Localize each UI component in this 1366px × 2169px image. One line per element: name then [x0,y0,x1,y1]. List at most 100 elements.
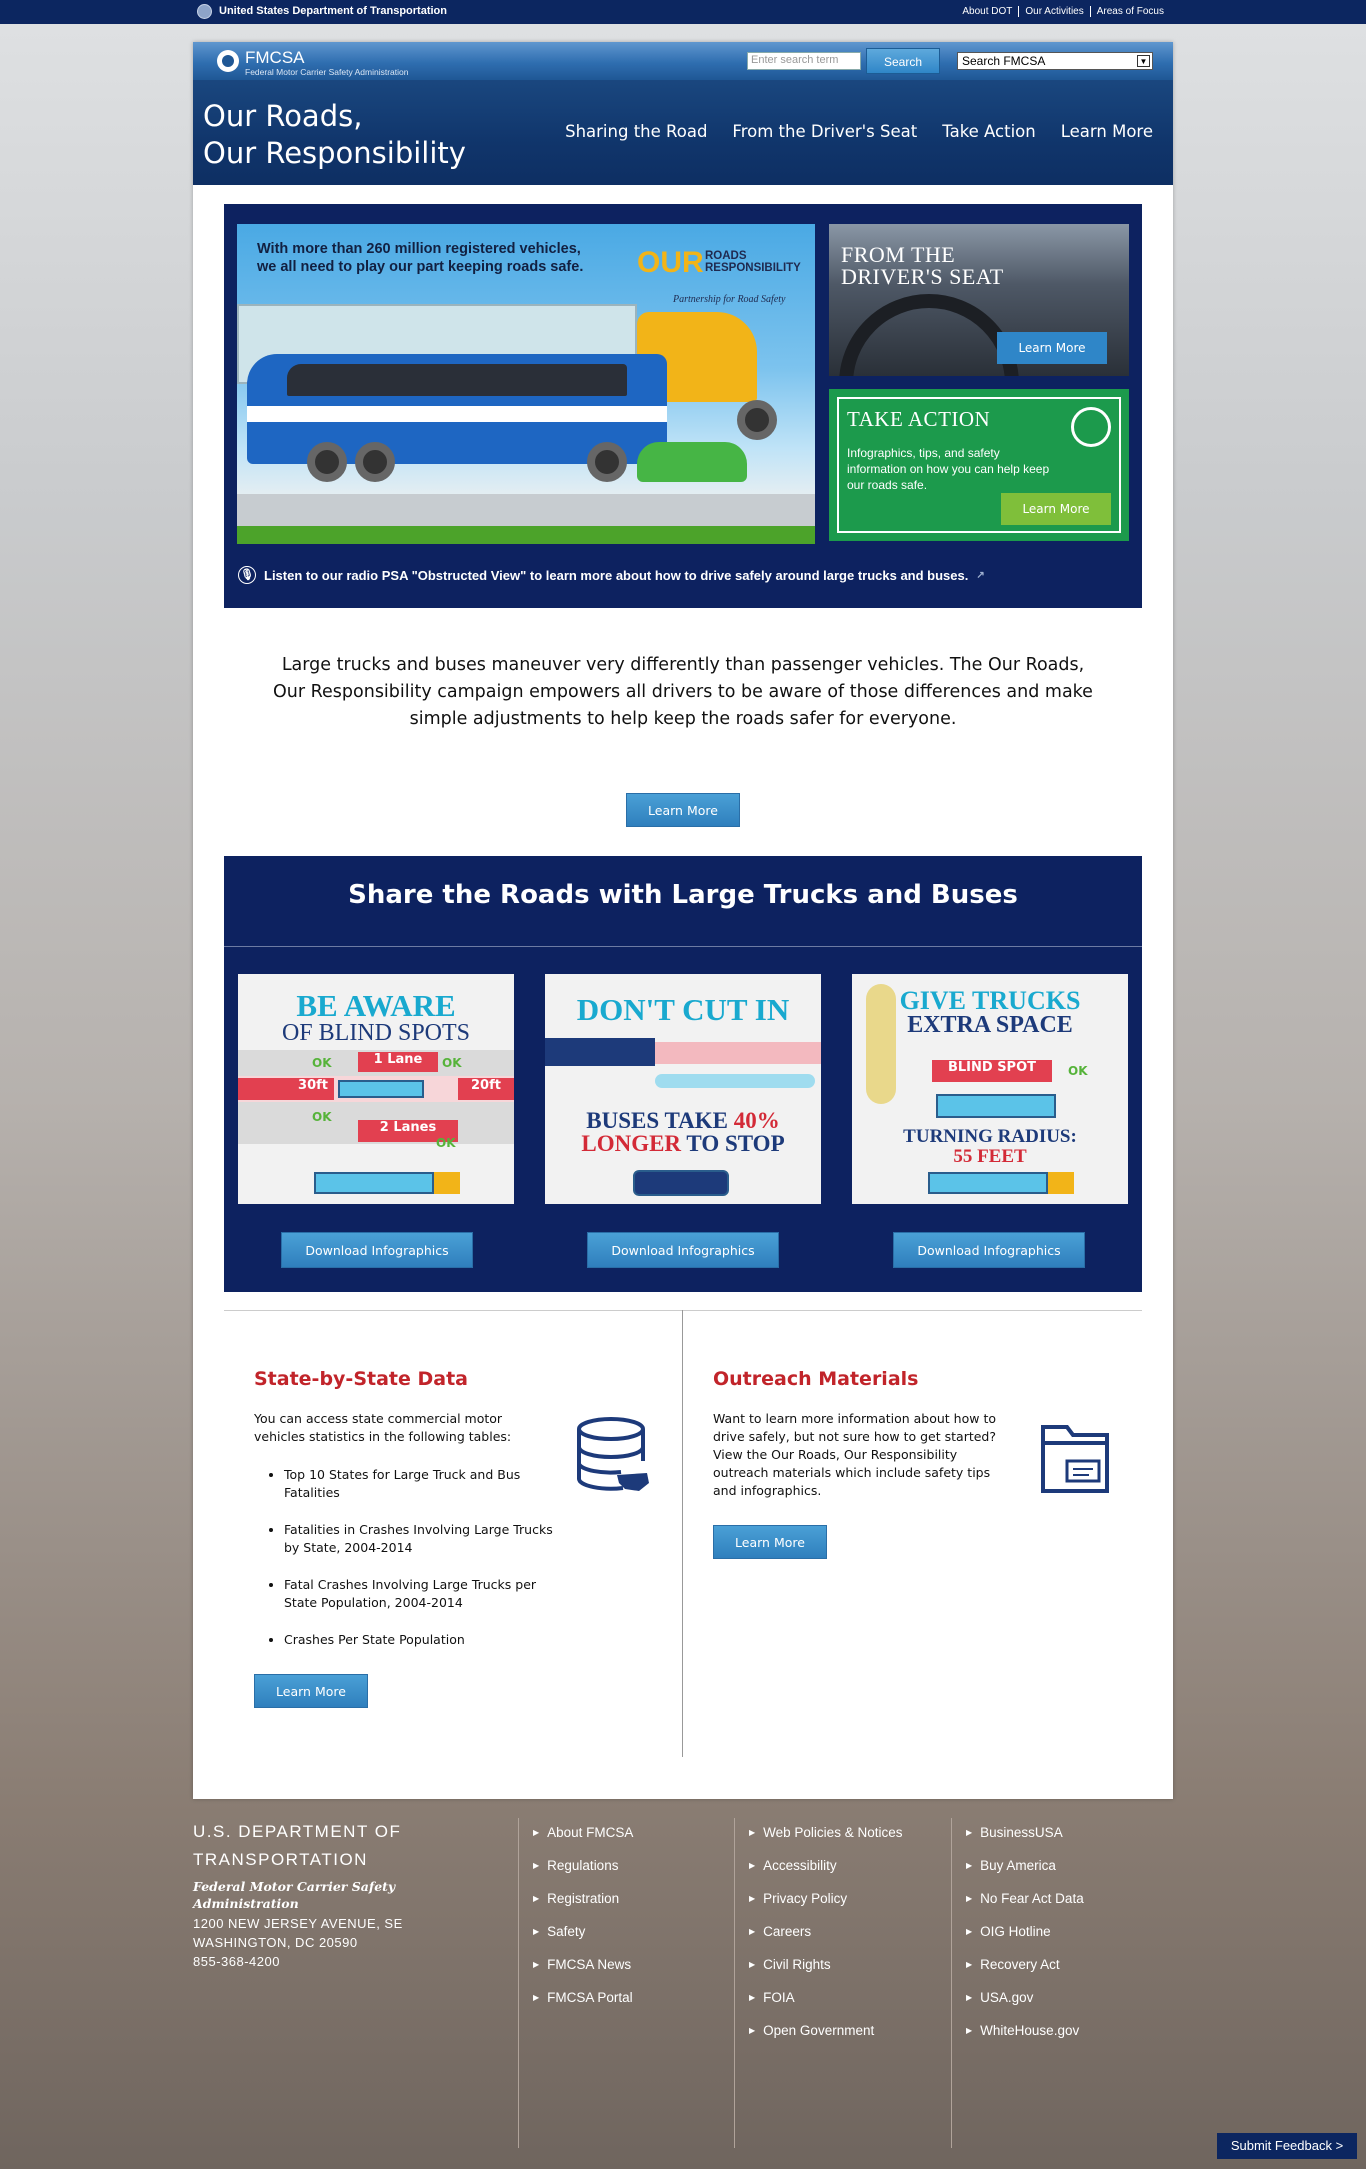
badge-roads: ROADS [705,250,747,262]
fmcsa-logo-icon[interactable] [217,50,239,72]
top-link-areas-of-focus[interactable]: Areas of Focus [1089,6,1170,17]
footer-link[interactable]: OIG Hotline [966,1917,1084,1950]
footer-link[interactable]: Safety [533,1917,633,1950]
truck-icon [338,1080,424,1098]
footer-address-line1: 1200 NEW JERSEY AVENUE, SE [193,1916,403,1931]
badge-responsibility: RESPONSIBILITY [705,262,801,274]
outreach-learn-more-button[interactable]: Learn More [713,1525,827,1559]
state-data-desc: You can access state commercial motor ve… [254,1411,512,1444]
footer-link[interactable]: About FMCSA [533,1818,633,1851]
blind-spot-label: BLIND SPOT [932,1060,1052,1082]
external-link-icon: ↗ [976,569,985,581]
site-title-line2: Our Responsibility [203,136,466,170]
ok-label: OK [312,1056,332,1070]
truck-icon [936,1094,1056,1118]
footer-link[interactable]: WhiteHouse.gov [966,2016,1084,2049]
bus-stripe-shape [247,406,667,422]
steering-wheel-icon [839,294,1019,376]
nav-take-action[interactable]: Take Action [942,122,1036,141]
footer-link[interactable]: FMCSA Portal [533,1983,633,2016]
footer-separator [951,1818,952,2148]
search-scope-select[interactable]: Search FMCSA ▼ [957,52,1153,70]
hero-message-line2: we all need to play our part keeping roa… [257,259,584,275]
ok-label: OK [312,1110,332,1124]
bus-windows-shape [287,364,627,396]
submit-feedback-button[interactable]: Submit Feedback > [1217,2133,1357,2159]
ok-label: OK [1068,1064,1088,1078]
state-data-item[interactable]: Crashes Per State Population [284,1631,554,1649]
take-action-desc: Infographics, tips, and safety informati… [847,446,1050,492]
footer-link[interactable]: Recovery Act [966,1950,1084,1983]
footer-separator [518,1818,519,2148]
site-nav-band: Our Roads, Our Responsibility Sharing th… [193,80,1173,185]
download-infographics-button-3[interactable]: Download Infographics [893,1232,1085,1268]
top-link-our-activities[interactable]: Our Activities [1018,6,1089,17]
label-30ft: 30ft [238,1078,334,1100]
state-data-item[interactable]: Top 10 States for Large Truck and Bus Fa… [284,1466,554,1502]
card2-line2-a: LONGER [581,1131,682,1156]
search-input[interactable]: Enter search term [747,52,861,70]
footer-link[interactable]: No Fear Act Data [966,1884,1084,1917]
badge-our: OUR [637,246,704,279]
share-divider [224,946,1142,947]
footer-links-col3: BusinessUSA Buy America No Fear Act Data… [966,1818,1084,2049]
infographic-blind-spots[interactable]: BE AWARE OF BLIND SPOTS 1 Lane 30ft 20ft… [238,974,514,1204]
share-roads-title: Share the Roads with Large Trucks and Bu… [348,880,1018,910]
footer-link[interactable]: Accessibility [749,1851,902,1884]
site-title[interactable]: Our Roads, Our Responsibility [203,98,466,172]
footer-link[interactable]: Open Government [749,2016,902,2049]
nav-from-the-drivers-seat[interactable]: From the Driver's Seat [732,122,917,141]
nav-learn-more[interactable]: Learn More [1061,122,1153,141]
state-data-section: State-by-State Data You can access state… [254,1368,554,1668]
footer-link[interactable]: Careers [749,1917,902,1950]
main-nav: Sharing the Road From the Driver's Seat … [565,122,1153,141]
search-button[interactable]: Search [866,48,940,74]
footer-link[interactable]: Web Policies & Notices [749,1818,902,1851]
drivers-seat-learn-more-button[interactable]: Learn More [997,332,1107,364]
footer-link[interactable]: Registration [533,1884,633,1917]
campaign-badge: OUR ROADS RESPONSIBILITY Partnership for… [637,246,807,306]
dot-logo-icon [197,4,212,19]
hero-panel: With more than 260 million registered ve… [224,204,1142,608]
microphone-icon: 🎙 [238,566,256,584]
footer-link[interactable]: Privacy Policy [749,1884,902,1917]
drivers-seat-promo[interactable]: FROM THE DRIVER'S SEAT Learn More [829,224,1129,376]
footer-link[interactable]: Buy America [966,1851,1084,1884]
state-data-title: State-by-State Data [254,1368,468,1390]
intro-learn-more-button[interactable]: Learn More [626,793,740,827]
label-20ft: 20ft [458,1078,514,1100]
badge-partnership: Partnership for Road Safety [673,294,786,305]
radio-psa-link[interactable]: 🎙 Listen to our radio PSA "Obstructed Vi… [238,566,985,584]
footer-link[interactable]: Regulations [533,1851,633,1884]
outreach-section: Outreach Materials Want to learn more in… [713,1368,1013,1500]
dot-agency-name[interactable]: United States Department of Transportati… [219,5,447,17]
fmcsa-logo-title[interactable]: FMCSA [245,48,305,68]
footer-link[interactable]: Civil Rights [749,1950,902,1983]
footer-link[interactable]: FOIA [749,1983,902,2016]
footer-link[interactable]: BusinessUSA [966,1818,1084,1851]
download-infographics-button-1[interactable]: Download Infographics [281,1232,473,1268]
nav-sharing-the-road[interactable]: Sharing the Road [565,122,707,141]
infographic-extra-space[interactable]: GIVE TRUCKS EXTRA SPACE BLIND SPOT OK TU… [852,974,1128,1204]
footer-link[interactable]: USA.gov [966,1983,1084,2016]
state-data-learn-more-button[interactable]: Learn More [254,1674,368,1708]
infographic-dont-cut-in[interactable]: DON'T CUT IN BUSES TAKE 40% LONGER TO ST… [545,974,821,1204]
state-data-item[interactable]: Fatalities in Crashes Involving Large Tr… [284,1521,554,1557]
top-link-about-dot[interactable]: About DOT [956,6,1018,17]
card2-title: DON'T CUT IN [576,992,790,1027]
state-data-item[interactable]: Fatal Crashes Involving Large Trucks per… [284,1576,554,1612]
ok-label: OK [442,1056,462,1070]
card2-line1-b: 40% [733,1108,780,1133]
download-infographics-button-2[interactable]: Download Infographics [587,1232,779,1268]
database-map-icon [577,1417,649,1491]
take-action-promo[interactable]: TAKE ACTION Infographics, tips, and safe… [829,389,1129,541]
footer-link[interactable]: FMCSA News [533,1950,633,1983]
lower-divider [224,1310,1142,1311]
bus-wheel-icon [307,442,347,482]
main-container: FMCSA Federal Motor Carrier Safety Admin… [193,42,1173,1799]
fmcsa-logo-subtitle: Federal Motor Carrier Safety Administrat… [245,67,409,77]
card2-line2: LONGER TO STOP [545,1131,821,1157]
car-shape [637,442,747,482]
column-divider [682,1310,683,1757]
take-action-learn-more-button[interactable]: Learn More [1001,493,1111,525]
